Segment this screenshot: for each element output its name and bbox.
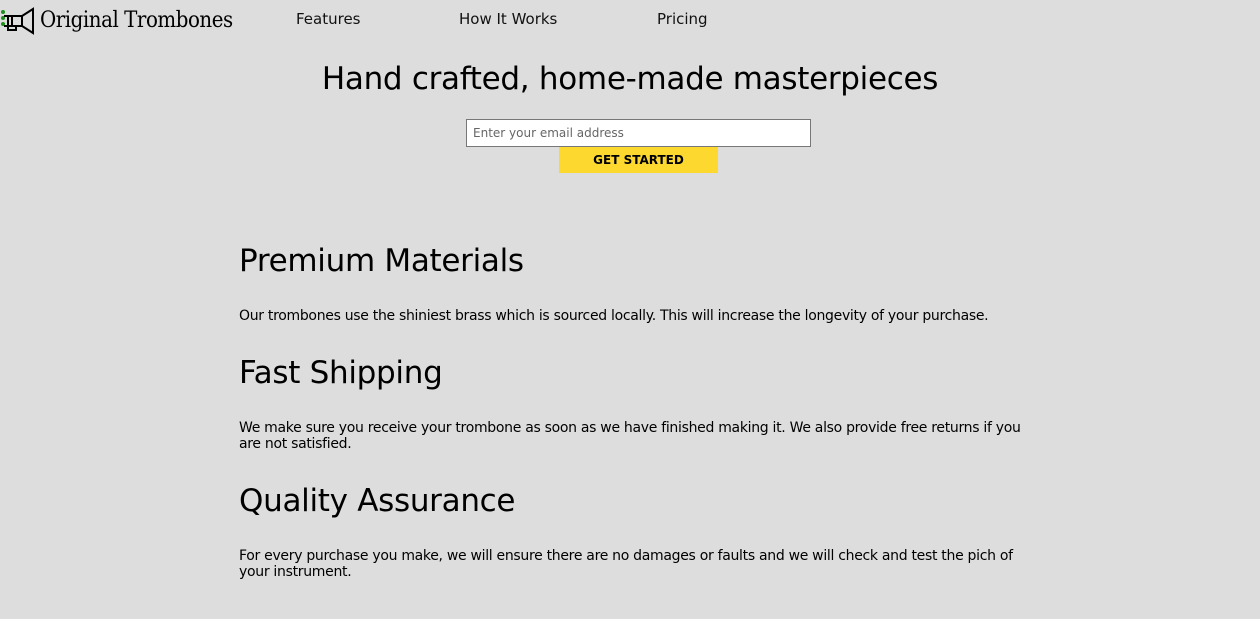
feature-title-fast-shipping: Fast Shipping bbox=[239, 355, 443, 391]
logo-text: Original Trombones bbox=[40, 8, 233, 33]
email-input[interactable] bbox=[466, 119, 811, 147]
site-header: Original Trombones Features How It Works… bbox=[0, 0, 1260, 44]
feature-title-quality-assurance: Quality Assurance bbox=[239, 483, 516, 519]
nav-link-pricing[interactable]: Pricing bbox=[657, 10, 708, 28]
get-started-button[interactable]: GET STARTED bbox=[559, 147, 718, 173]
feature-title-premium-materials: Premium Materials bbox=[239, 243, 524, 279]
trombone-icon bbox=[1, 7, 34, 35]
feature-text-premium-materials: Our trombones use the shiniest brass whi… bbox=[239, 308, 989, 324]
logo[interactable]: Original Trombones bbox=[0, 6, 254, 36]
feature-text-fast-shipping: We make sure you receive your trombone a… bbox=[239, 420, 1021, 452]
nav-link-how-it-works[interactable]: How It Works bbox=[459, 10, 557, 28]
hero-title: Hand crafted, home-made masterpieces bbox=[321, 61, 939, 97]
nav-link-features[interactable]: Features bbox=[296, 10, 361, 28]
feature-text-quality-assurance: For every purchase you make, we will ens… bbox=[239, 548, 1013, 580]
